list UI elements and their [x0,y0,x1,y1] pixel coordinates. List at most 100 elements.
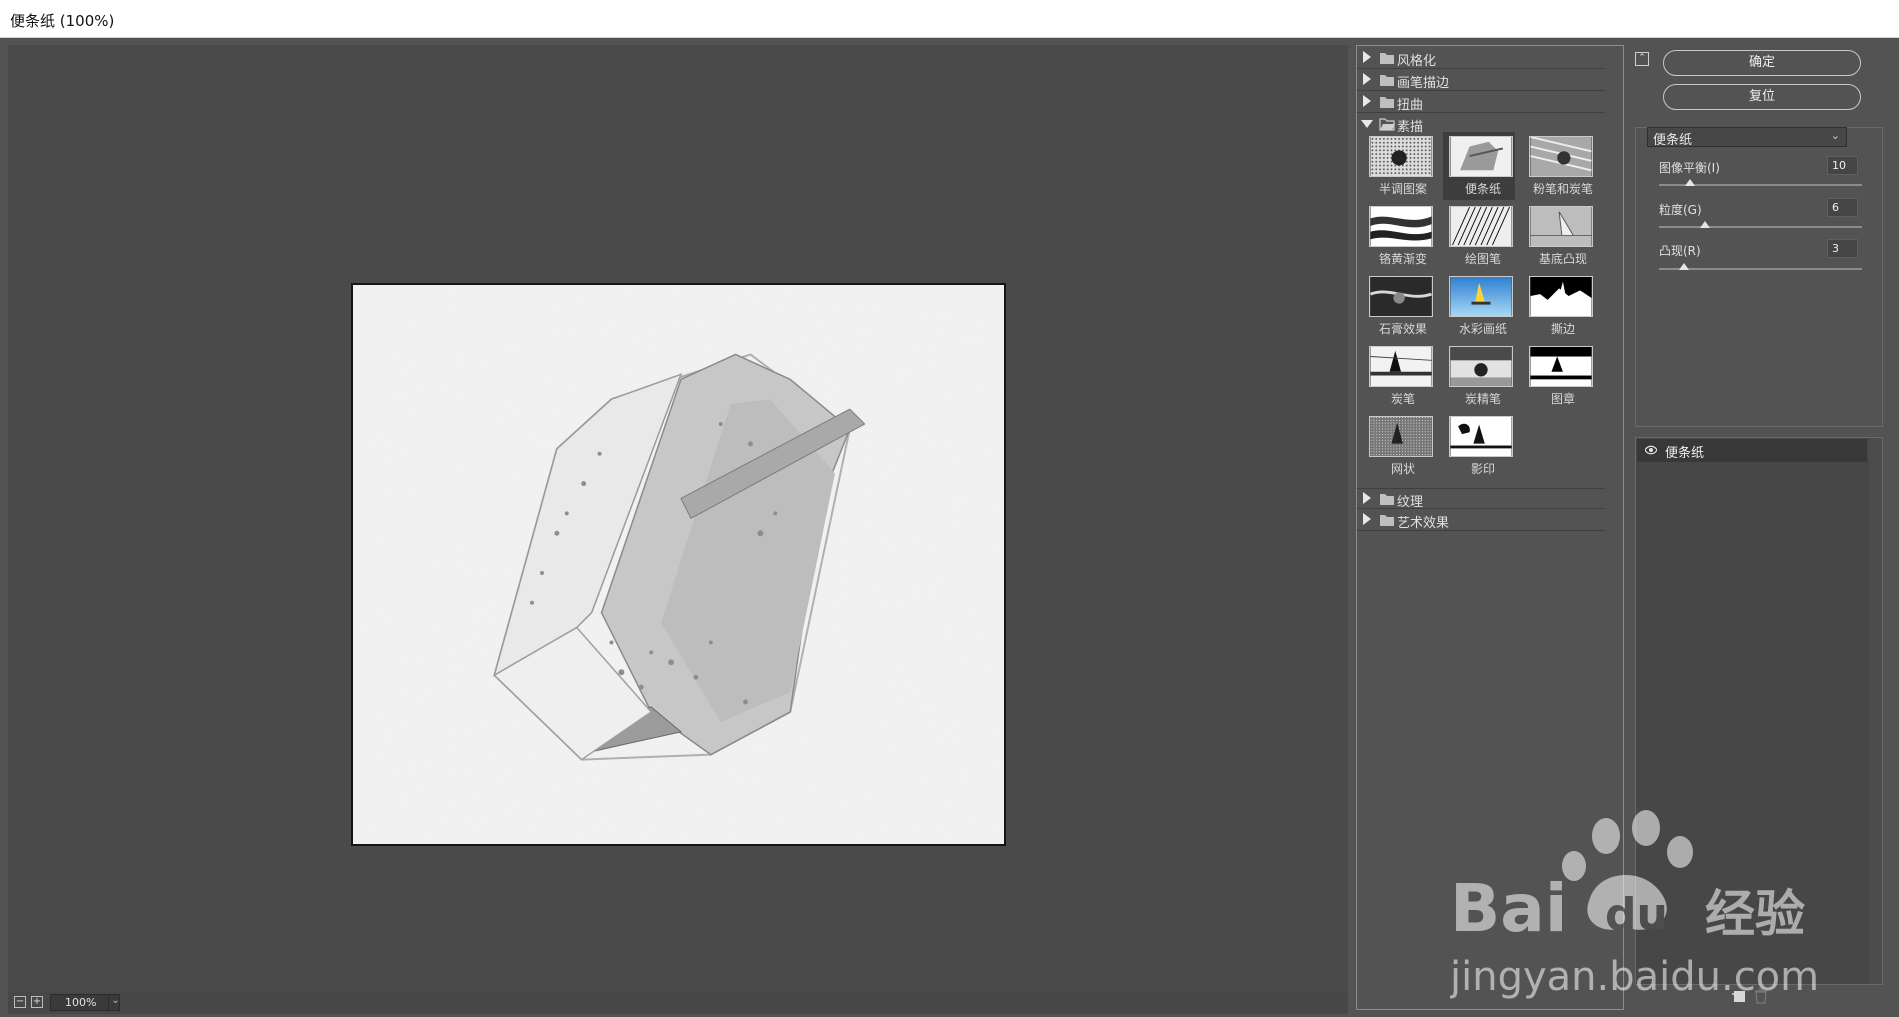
category-label: 画笔描边 [1397,76,1450,91]
filter-thumb-label: 网状 [1390,462,1415,476]
new-effect-layer-icon[interactable] [1731,989,1747,1003]
filter-thumb-graphic-pen[interactable]: 绘图笔 [1443,202,1515,270]
preview-area[interactable] [8,45,1348,992]
category-texture[interactable]: 纹理 [1357,488,1605,510]
category-stylize[interactable]: 风格化 [1357,48,1605,69]
effect-layer-name: 便条纸 [1665,446,1705,461]
folder-icon [1380,97,1394,108]
effect-layers-list: 便条纸 [1635,437,1883,985]
filter-thumb-halftone-pattern[interactable]: 半调图案 [1363,132,1435,200]
preview-canvas[interactable] [351,283,1006,846]
image-balance-slider[interactable] [1659,179,1862,186]
image-balance-label: 图像平衡(I) [1659,161,1720,175]
effect-layer-row[interactable]: 便条纸 [1637,439,1867,462]
filter-thumb-photocopy[interactable]: 影印 [1443,412,1515,480]
bas-relief-thumb [1529,206,1593,247]
torn-edges-thumb [1529,276,1593,317]
filter-thumb-conte-crayon[interactable]: 炭精笔 [1443,342,1515,410]
note-paper-preview-image [353,285,1004,844]
category-label: 纹理 [1397,495,1424,510]
slider-handle[interactable] [1699,221,1710,228]
category-label: 艺术效果 [1397,516,1450,531]
note-paper-thumb [1449,136,1513,177]
expand-arrow-icon[interactable] [1363,73,1371,85]
folder-icon [1380,75,1394,86]
graininess-input[interactable]: 6 [1827,198,1858,217]
filter-select[interactable]: 便条纸 ⌄ [1647,127,1847,148]
filter-thumb-charcoal[interactable]: 炭笔 [1363,342,1435,410]
expand-arrow-icon[interactable] [1363,51,1371,63]
slider-handle[interactable] [1679,263,1690,270]
graphic-pen-thumb [1449,206,1513,247]
eye-icon[interactable] [1645,445,1657,455]
filter-thumb-reticulation[interactable]: 网状 [1363,412,1435,480]
relief-label: 凸现(R) [1659,244,1701,258]
filter-select-value: 便条纸 [1653,133,1693,148]
filter-thumb-note-paper[interactable]: 便条纸 [1443,132,1515,200]
relief-slider[interactable] [1659,263,1862,270]
filter-thumb-label: 半调图案 [1378,182,1427,196]
filter-thumb-label: 图章 [1550,392,1575,406]
folder-icon [1380,53,1394,64]
filter-thumb-label: 石膏效果 [1378,322,1427,336]
expand-arrow-icon[interactable] [1363,492,1371,504]
filter-thumb-torn-edges[interactable]: 撕边 [1523,272,1595,340]
filter-thumb-label: 影印 [1470,462,1495,476]
filter-thumb-water-paper[interactable]: 水彩画纸 [1443,272,1515,340]
photocopy-thumb [1449,416,1513,457]
reticulation-thumb [1369,416,1433,457]
filter-thumb-label: 撕边 [1550,322,1575,336]
filter-thumb-label: 便条纸 [1464,182,1501,196]
plaster-thumb [1369,276,1433,317]
reset-button[interactable]: 复位 [1663,84,1861,110]
category-distort[interactable]: 扭曲 [1357,92,1605,113]
window-title: 便条纸 (100%) [10,12,115,30]
title-bar: 便条纸 (100%) [0,0,1899,38]
zoom-dropdown-icon[interactable]: ⌄ [108,995,122,1010]
category-brush-strokes[interactable]: 画笔描边 [1357,70,1605,91]
slider-handle[interactable] [1685,179,1696,186]
sketch-filter-thumbnails: 半调图案 便条纸 粉笔和炭笔 铬黄渐变 绘图笔 基底凸现 石膏效果 水彩画纸 撕… [1363,132,1608,487]
filter-thumb-chalk-charcoal[interactable]: 粉笔和炭笔 [1523,132,1595,200]
category-label: 扭曲 [1397,98,1424,113]
chrome-thumb [1369,206,1433,247]
trash-icon[interactable] [1754,988,1768,1004]
graininess-slider[interactable] [1659,221,1862,228]
filter-thumb-label: 绘图笔 [1464,252,1501,266]
filter-thumb-label: 粉笔和炭笔 [1532,182,1593,196]
relief-input[interactable]: 3 [1827,239,1858,258]
conte-crayon-thumb [1449,346,1513,387]
settings-panel: ⌃ 确定 复位 便条纸 ⌄ 图像平衡(I) 10 粒度(G) 6 凸现(R) 3… [1632,45,1884,1010]
filter-thumb-chrome[interactable]: 铬黄渐变 [1363,202,1435,270]
halftone-pattern-thumb [1369,136,1433,177]
expand-arrow-icon[interactable] [1363,513,1371,525]
zoom-in-button[interactable]: + [31,996,43,1008]
category-label: 风格化 [1397,54,1437,69]
layers-scrollbar[interactable] [1869,438,1882,984]
status-bar: − + 100% ⌄ [8,992,1348,1014]
charcoal-thumb [1369,346,1433,387]
zoom-out-button[interactable]: − [14,996,26,1008]
open-folder-icon [1379,118,1395,131]
filter-gallery-panel: 风格化 画笔描边 扭曲 素描 半调图案 便条纸 粉笔和炭笔 铬黄渐变 绘图笔 基… [1356,45,1624,1010]
filter-thumb-label: 铬黄渐变 [1378,252,1427,266]
category-artistic[interactable]: 艺术效果 [1357,510,1605,531]
graininess-label: 粒度(G) [1659,203,1702,217]
expand-arrow-icon[interactable] [1363,95,1371,107]
stamp-thumb [1529,346,1593,387]
chalk-charcoal-thumb [1529,136,1593,177]
filter-thumb-label: 炭精笔 [1464,392,1501,406]
image-balance-input[interactable]: 10 [1827,156,1858,175]
filter-thumb-bas-relief[interactable]: 基底凸现 [1523,202,1595,270]
gallery-scrollbar[interactable] [1607,48,1620,1006]
filter-thumb-plaster[interactable]: 石膏效果 [1363,272,1435,340]
filter-thumb-label: 水彩画纸 [1458,322,1507,336]
water-paper-thumb [1449,276,1513,317]
filter-thumb-label: 炭笔 [1390,392,1415,406]
ok-button[interactable]: 确定 [1663,50,1861,76]
filter-thumb-label: 基底凸现 [1538,252,1587,266]
folder-icon [1380,515,1394,526]
filter-thumb-stamp[interactable]: 图章 [1523,342,1595,410]
collapse-arrow-icon[interactable] [1361,120,1373,128]
collapse-gallery-icon[interactable]: ⌃ [1635,52,1649,66]
